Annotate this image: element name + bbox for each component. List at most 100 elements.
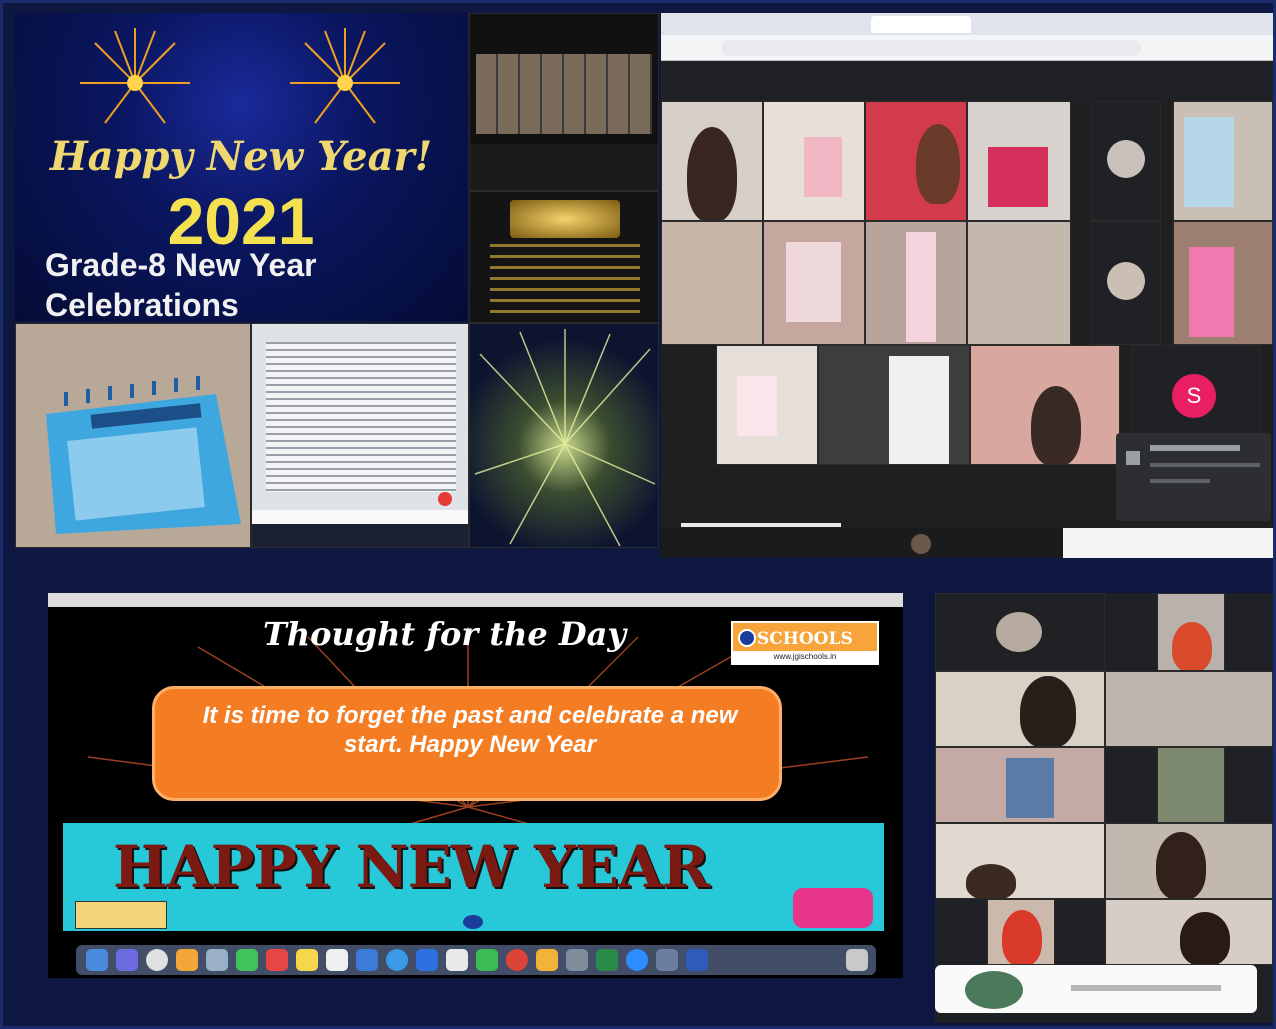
participant-tile xyxy=(1091,221,1161,345)
participant-tile xyxy=(967,221,1071,345)
photos-icon[interactable] xyxy=(176,949,198,971)
wishes-text-lines xyxy=(490,244,640,314)
participant-tile xyxy=(935,823,1105,899)
launchpad-icon[interactable] xyxy=(116,949,138,971)
preview-icon[interactable] xyxy=(446,949,468,971)
banner-logo-icon xyxy=(463,915,483,929)
participant-silhouette xyxy=(1002,910,1042,964)
participant-tile xyxy=(865,101,967,221)
greeting-card xyxy=(988,147,1048,207)
participant-tile xyxy=(935,671,1105,747)
participant-tile xyxy=(818,345,970,465)
mail-icon[interactable] xyxy=(206,949,228,971)
participant-silhouette xyxy=(687,127,737,220)
chrome-icon[interactable] xyxy=(506,949,528,971)
participant-tile xyxy=(865,221,967,345)
end-call-icon xyxy=(438,492,452,506)
poster-subtitle-line1: Grade-8 New Year xyxy=(45,247,317,283)
doc-status-bar xyxy=(252,510,468,524)
greeting-card xyxy=(1184,117,1234,207)
school-logo: SCHOOLS www.jgischools.in xyxy=(731,621,879,665)
participant-shirt xyxy=(1006,758,1054,818)
chat-sender-line xyxy=(1150,445,1240,451)
gallery-grid-image xyxy=(476,54,652,134)
banner-text: HAPPY NEW YEAR xyxy=(113,833,710,901)
app-store-icon[interactable] xyxy=(386,949,408,971)
mac-menu-bar xyxy=(48,593,903,607)
gallery-footer xyxy=(470,144,658,190)
participant-tile xyxy=(661,101,763,221)
firework-left-icon xyxy=(80,28,190,124)
keynote-icon[interactable] xyxy=(356,949,378,971)
safari-icon[interactable] xyxy=(146,949,168,971)
participant-avatar xyxy=(1107,262,1145,300)
messages-icon[interactable] xyxy=(236,949,258,971)
wishes-thumbnail xyxy=(469,191,659,323)
participant-tile xyxy=(935,747,1105,823)
active-browser-tab[interactable] xyxy=(871,16,971,33)
video-call-top: S xyxy=(661,13,1273,558)
word-icon[interactable] xyxy=(686,949,708,971)
zoom-icon[interactable] xyxy=(626,949,648,971)
calendar-icon[interactable] xyxy=(266,949,288,971)
participant-silhouette xyxy=(1020,676,1076,746)
xcode-icon[interactable] xyxy=(416,949,438,971)
numbers-icon[interactable] xyxy=(476,949,498,971)
firework-right-icon xyxy=(290,28,400,124)
video-call-bottom xyxy=(935,593,1273,1023)
participant-silhouette xyxy=(966,864,1016,898)
greeting-card xyxy=(1189,247,1234,337)
participant-tile xyxy=(987,899,1055,965)
participant-silhouette xyxy=(1180,912,1230,964)
slide-heading: Thought for the Day xyxy=(263,615,626,653)
participant-tile xyxy=(967,101,1071,221)
finder-icon[interactable] xyxy=(86,949,108,971)
participant-silhouette xyxy=(1172,622,1212,670)
happy-new-year-banner: HAPPY NEW YEAR xyxy=(63,823,884,931)
url-field[interactable] xyxy=(721,40,1141,56)
joiner-avatar xyxy=(965,971,1023,1009)
collage-frame: Happy New Year! 2021 Grade-8 New Year Ce… xyxy=(0,0,1276,1029)
screenshot-icon[interactable] xyxy=(656,949,678,971)
new-year-poster: Happy New Year! 2021 Grade-8 New Year Ce… xyxy=(15,13,467,321)
decoration-sticker xyxy=(793,888,873,928)
chat-notification[interactable] xyxy=(1116,433,1271,521)
poster-headline: Happy New Year! xyxy=(49,133,433,180)
participant-tile xyxy=(716,345,818,465)
school-logo-icon xyxy=(738,629,756,647)
participant-avatar xyxy=(911,534,931,554)
meet-controls-bar xyxy=(1063,528,1273,558)
quote-box: It is time to forget the past and celebr… xyxy=(152,686,782,801)
reminders-icon[interactable] xyxy=(326,949,348,971)
greeting-card xyxy=(906,232,936,342)
poster-subtitle: Grade-8 New Year Celebrations xyxy=(45,245,317,321)
participant-tile xyxy=(1105,899,1273,965)
greeting-card xyxy=(804,137,842,197)
excel-icon[interactable] xyxy=(596,949,618,971)
participant-tile xyxy=(661,221,763,345)
chat-message-line xyxy=(1150,463,1260,467)
school-logo-url: www.jgischools.in xyxy=(733,651,877,663)
system-preferences-icon[interactable] xyxy=(566,949,588,971)
chat-bell-icon xyxy=(1126,451,1140,465)
notes-icon[interactable] xyxy=(296,949,318,971)
year-sparkle-image xyxy=(510,200,620,238)
school-badge xyxy=(75,901,167,929)
participant-tile xyxy=(763,221,865,345)
fireworks-burst-icon xyxy=(474,329,656,547)
participant-silhouette xyxy=(1031,386,1081,464)
zoom-gallery-thumbnail xyxy=(469,13,659,191)
meet-top-header xyxy=(661,61,1273,101)
join-notification-toast[interactable] xyxy=(935,965,1257,1013)
poster-subtitle-line2: Celebrations xyxy=(45,287,239,321)
participant-tile xyxy=(1157,747,1225,823)
participant-tile xyxy=(1091,101,1161,221)
trash-icon[interactable] xyxy=(846,949,868,971)
quote-text: It is time to forget the past and celebr… xyxy=(202,702,738,758)
mac-dock xyxy=(76,945,876,975)
chat-message-line xyxy=(1150,479,1210,483)
participant-tile xyxy=(763,101,865,221)
meet-top-footer xyxy=(661,528,1273,558)
vlc-icon[interactable] xyxy=(536,949,558,971)
participant-tile xyxy=(1105,671,1273,747)
